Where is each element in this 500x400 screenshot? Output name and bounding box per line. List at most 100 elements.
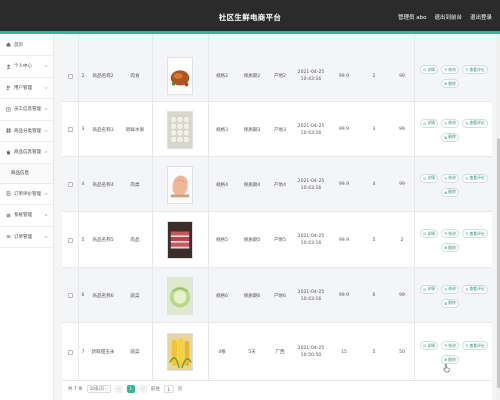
goods-price: 99.9	[338, 73, 350, 79]
row-checkbox[interactable]	[67, 73, 73, 79]
goods-category: 肉品	[130, 238, 140, 243]
chevron-down-icon	[44, 214, 48, 217]
goods-date: 2021-04-25	[297, 346, 325, 351]
sidebar-item-profile[interactable]: 个人中心	[0, 56, 53, 78]
admin-user-link[interactable]: 管理员 abo	[398, 13, 426, 21]
row-checkbox-cell	[62, 157, 78, 212]
review-label: 查看评论	[469, 66, 485, 72]
next-page-button[interactable]: ›	[138, 385, 147, 393]
goto-page-input[interactable]	[163, 385, 174, 393]
goods-shelf-life: 保质期2	[243, 74, 261, 79]
detail-button[interactable]: ⊙ 详情	[420, 284, 438, 294]
view-reviews-button[interactable]: ✎ 查看评论	[462, 229, 488, 238]
goods-stock: 5	[372, 349, 376, 355]
sidebar-item-users[interactable]: 用户管理	[0, 78, 53, 99]
delete-button[interactable]: ⊗ 删除	[441, 187, 459, 197]
row-checkbox-cell	[62, 323, 78, 381]
column-divider	[152, 212, 153, 267]
home-icon	[6, 42, 11, 47]
goods-category: 新鲜水果	[125, 127, 145, 133]
top-right-links: 管理员 abo 退出到前台 退出登录	[398, 13, 492, 21]
sidebar-item-staff[interactable]: 员工信息管理	[0, 99, 53, 121]
edit-button[interactable]: ✎ 修改	[441, 65, 459, 74]
review-label: 查看评论	[469, 120, 485, 125]
row-checkbox[interactable]	[67, 127, 73, 132]
sidebar-item-order-review[interactable]: 订单评价管理	[0, 184, 53, 205]
delete-icon: ⊗	[444, 245, 448, 250]
column-divider	[414, 34, 415, 101]
sidebar-item-home[interactable]: 首页	[0, 34, 53, 56]
table-card: 2 商品名称2 肉食 规格2 保质期2 产地2 2021-04-25 10:43:16 99.9…	[62, 34, 492, 400]
row-checkbox[interactable]	[67, 237, 73, 243]
edit-button[interactable]: ✎ 修改	[441, 173, 459, 183]
category-icon	[6, 128, 11, 133]
system-icon	[6, 213, 11, 218]
page-number-1[interactable]: 1	[126, 385, 135, 393]
detail-label: 详情	[427, 175, 435, 180]
review-icon: ✎	[465, 286, 469, 292]
main-content: 2 商品名称2 肉食 规格2 保质期2 产地2 2021-04-25 10:43:16 99.9…	[54, 34, 496, 400]
detail-button[interactable]: ⊙ 详情	[420, 65, 438, 74]
sidebar-item-orders[interactable]: 订单管理	[0, 227, 53, 248]
sidebar-item-category[interactable]: 商品分类管理	[0, 121, 53, 142]
detail-button[interactable]: ⊙ 详情	[420, 118, 438, 128]
detail-button[interactable]: ⊙ 详情	[420, 229, 438, 238]
goods-spec: 规格6	[215, 293, 229, 299]
pagination-total: 共 7 条	[68, 387, 83, 392]
page-size-select[interactable]: 10条/页	[86, 385, 111, 393]
row-checkbox[interactable]	[67, 349, 73, 355]
goods-spec: 规格4	[215, 182, 229, 188]
sidebar-item-system[interactable]: 系统管理	[0, 205, 53, 227]
delete-icon: ⊗	[444, 357, 448, 362]
view-reviews-button[interactable]: ✎ 查看评论	[462, 118, 488, 128]
row-checkbox-cell	[62, 212, 78, 268]
sidebar-item-label: 用户管理	[14, 85, 32, 91]
goods-date-cell: 2021-04-25 10:43:16	[292, 49, 330, 103]
page-scrollbar[interactable]	[496, 34, 500, 400]
review-icon: ✎	[465, 231, 469, 236]
view-reviews-button[interactable]: ✎ 查看评论	[462, 65, 488, 74]
view-reviews-button[interactable]: ✎ 查看评论	[462, 341, 488, 350]
delete-button[interactable]: ⊗ 删除	[441, 298, 459, 308]
goods-origin: 产地4	[273, 182, 287, 188]
edit-button[interactable]: ✎ 修改	[441, 341, 459, 350]
view-reviews-button[interactable]: ✎ 查看评论	[462, 173, 488, 183]
detail-button[interactable]: ⊙ 详情	[420, 173, 438, 183]
delete-button[interactable]: ⊗ 删除	[441, 132, 459, 142]
delete-icon: ⊗	[444, 81, 448, 86]
table-row: 4 商品名称4 肉类 规格4 保质期4 产地4 2021-04-25 10:43:16 99.9…	[62, 157, 492, 212]
edit-button[interactable]: ✎ 修改	[441, 118, 459, 128]
detail-icon: ⊙	[423, 120, 427, 126]
scrollbar-thumb[interactable]	[496, 138, 500, 388]
column-divider	[152, 323, 153, 380]
prev-page-button[interactable]: ‹	[114, 385, 123, 393]
delete-button[interactable]: ⊗ 删除	[441, 79, 459, 88]
goods-image	[167, 221, 193, 259]
column-divider	[414, 212, 415, 267]
delete-button[interactable]: ⊗ 删除	[441, 243, 459, 252]
goods-category: 蔬菜	[130, 293, 140, 299]
goods-time: 10:43:16	[300, 77, 322, 82]
chevron-down-icon	[105, 388, 108, 390]
goods-shelf-life: 保质期3	[243, 127, 261, 133]
exit-to-frontend-link[interactable]: 退出到前台	[434, 13, 462, 21]
edit-button[interactable]: ✎ 修改	[441, 284, 459, 294]
sidebar-item-goods[interactable]: 商品信息管理	[0, 142, 53, 164]
detail-button[interactable]: ⊙ 详情	[420, 341, 438, 350]
column-divider	[78, 268, 79, 322]
logout-link[interactable]: 退出登录	[470, 13, 492, 21]
review-icon: ✎	[465, 120, 469, 126]
delete-button[interactable]: ⊗ 删除	[441, 355, 459, 364]
edit-button[interactable]: ✎ 修改	[441, 229, 459, 238]
column-divider	[208, 34, 209, 101]
edit-icon: ✎	[444, 67, 448, 72]
sidebar-subitem-goods-info[interactable]: 商品信息	[0, 163, 53, 184]
row-checkbox[interactable]	[67, 182, 73, 187]
view-reviews-button[interactable]: ✎ 查看评论	[462, 284, 488, 294]
row-checkbox[interactable]	[67, 293, 73, 298]
goods-date: 2021-04-25	[297, 70, 325, 75]
row-index: 6	[81, 293, 85, 298]
row-actions: ⊙ 详情 ✎ 修改 ✎ 查看评论 ⊗ 删除	[414, 212, 492, 268]
goods-shelf-life: 5天	[248, 350, 256, 355]
row-checkbox-cell	[62, 102, 78, 157]
